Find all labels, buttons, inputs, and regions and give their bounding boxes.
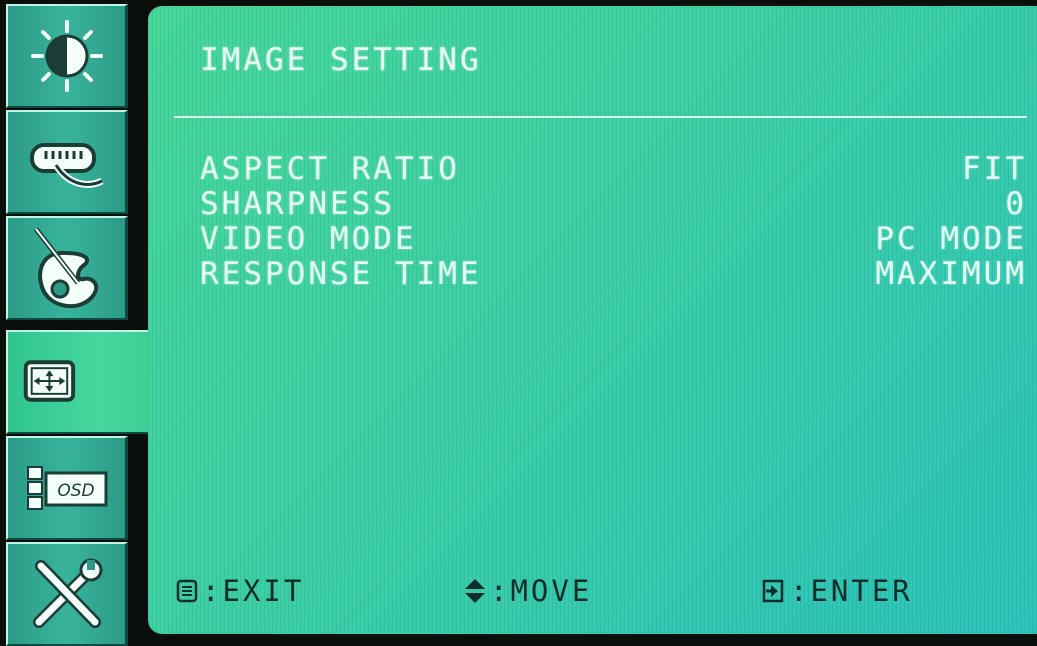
osd-icon: OSD xyxy=(26,466,107,510)
image-setting-icon xyxy=(23,360,76,402)
setting-label: RESPONSE TIME xyxy=(200,256,482,292)
setting-value: MAXIMUM xyxy=(875,256,1027,292)
video-input-icon xyxy=(29,143,104,188)
setting-label: ASPECT RATIO xyxy=(200,151,460,187)
setting-video-mode[interactable]: VIDEO MODE PC MODE xyxy=(200,222,1027,257)
enter-label: :ENTER xyxy=(790,574,913,608)
setting-sharpness[interactable]: SHARPNESS 0 xyxy=(200,187,1027,222)
page-title: IMAGE SETTING xyxy=(200,42,482,78)
setting-label: SHARPNESS xyxy=(200,186,395,222)
osd-icon-label: OSD xyxy=(57,481,94,501)
title-divider xyxy=(174,116,1027,118)
move-label: :MOVE xyxy=(490,574,593,608)
enter-icon xyxy=(762,579,784,603)
sidebar-item-input[interactable] xyxy=(6,110,128,214)
enter-hint: :ENTER xyxy=(762,574,913,608)
tools-icon xyxy=(32,558,102,628)
move-hint: :MOVE xyxy=(464,574,592,608)
sidebar-item-tools[interactable] xyxy=(6,542,128,646)
setting-value: 0 xyxy=(1005,186,1027,222)
exit-label: :EXIT xyxy=(202,574,305,608)
setting-value: PC MODE xyxy=(875,221,1027,257)
setting-label: VIDEO MODE xyxy=(200,221,417,257)
image-setting-panel: IMAGE SETTING ASPECT RATIO FIT SHARPNESS… xyxy=(148,6,1037,634)
sidebar-item-osd[interactable]: OSD xyxy=(6,436,128,540)
up-down-arrow-icon xyxy=(465,579,485,603)
setting-aspect-ratio[interactable]: ASPECT RATIO FIT xyxy=(200,152,1027,187)
sidebar-item-brightness[interactable] xyxy=(6,4,128,108)
setting-value: FIT xyxy=(962,151,1027,187)
exit-hint: :EXIT xyxy=(176,574,304,608)
color-palette-icon xyxy=(33,227,98,308)
brightness-icon xyxy=(30,20,103,92)
osd-sidebar: OSD xyxy=(6,4,156,646)
sidebar-item-color[interactable] xyxy=(6,216,128,320)
settings-list: ASPECT RATIO FIT SHARPNESS 0 VIDEO MODE … xyxy=(200,152,1027,292)
footer-hints: :EXIT :MOVE :ENTER xyxy=(176,574,1027,614)
menu-icon xyxy=(176,579,198,603)
setting-response-time[interactable]: RESPONSE TIME MAXIMUM xyxy=(200,257,1027,292)
sidebar-item-image-setting[interactable] xyxy=(6,330,156,434)
